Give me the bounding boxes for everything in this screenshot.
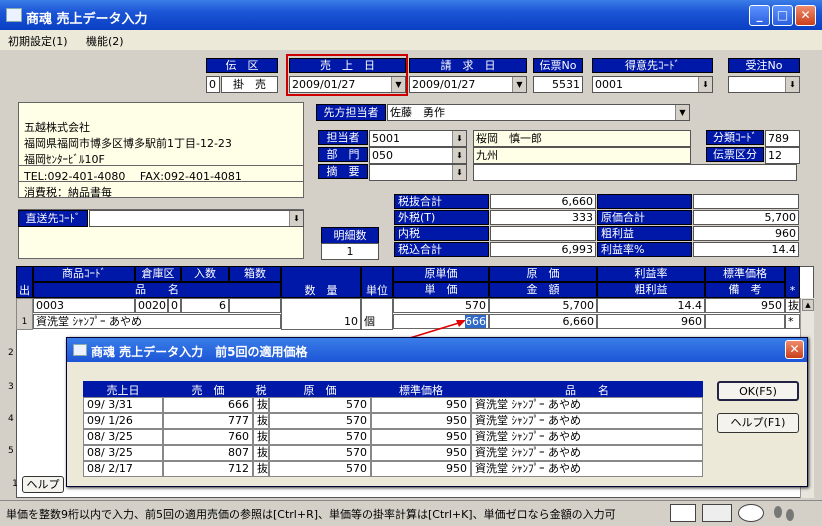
h-std: 標準価格	[399, 384, 443, 397]
cell-name: 資洗堂 ｼｬﾝﾌﾟｰ あやめ	[471, 429, 703, 445]
status-text: 単価を整数9桁以内で入力、前5回の適用売価の参照は[Ctrl+R]、単価等の掛率…	[6, 508, 616, 521]
dialog-title: 商魂 売上データ入力 前5回の適用価格	[91, 345, 308, 359]
h-name: 品 名	[565, 384, 609, 397]
cell-cost: 570	[269, 461, 371, 477]
globe-icon[interactable]	[738, 504, 764, 522]
cell-name: 資洗堂 ｼｬﾝﾌﾟｰ あやめ	[471, 413, 703, 429]
keyboard-icon[interactable]	[670, 504, 696, 522]
cell-date: 09/ 3/31	[83, 397, 163, 413]
cell-zei: 抜	[253, 461, 269, 477]
cell-std: 950	[371, 397, 471, 413]
cell-name: 資洗堂 ｼｬﾝﾌﾟｰ あやめ	[471, 445, 703, 461]
page-number: 1	[12, 479, 18, 489]
h-zei: 税	[255, 384, 267, 397]
cell-std: 950	[371, 429, 471, 445]
cell-date: 09/ 1/26	[83, 413, 163, 429]
cell-cost: 570	[269, 429, 371, 445]
ok-button[interactable]: OK(F5)	[717, 381, 799, 401]
cell-price: 807	[163, 445, 253, 461]
footprints-icon[interactable]	[770, 504, 814, 522]
h-date: 売上日	[106, 384, 140, 397]
help-button[interactable]: ヘルプ	[22, 476, 64, 493]
document-icon[interactable]	[702, 504, 732, 522]
list-item[interactable]: 08/ 2/17 712 抜 570 950 資洗堂 ｼｬﾝﾌﾟｰ あやめ	[83, 461, 703, 477]
cell-date: 08/ 2/17	[83, 461, 163, 477]
cell-name: 資洗堂 ｼｬﾝﾌﾟｰ あやめ	[471, 397, 703, 413]
price-history-dialog: 商魂 売上データ入力 前5回の適用価格 ✕ 売上日 売 価 税 原 価 標準価格…	[66, 337, 808, 487]
cell-date: 08/ 3/25	[83, 429, 163, 445]
cell-price: 777	[163, 413, 253, 429]
cell-zei: 抜	[253, 445, 269, 461]
cell-zei: 抜	[253, 429, 269, 445]
list-item[interactable]: 08/ 3/25 760 抜 570 950 資洗堂 ｼｬﾝﾌﾟｰ あやめ	[83, 429, 703, 445]
list-item[interactable]: 08/ 3/25 807 抜 570 950 資洗堂 ｼｬﾝﾌﾟｰ あやめ	[83, 445, 703, 461]
cell-name: 資洗堂 ｼｬﾝﾌﾟｰ あやめ	[471, 461, 703, 477]
dialog-header-row: 売上日 売 価 税 原 価 標準価格 品 名	[83, 381, 703, 397]
cell-date: 08/ 3/25	[83, 445, 163, 461]
status-bar: 単価を整数9桁以内で入力、前5回の適用売価の参照は[Ctrl+R]、単価等の掛率…	[0, 500, 822, 526]
cell-std: 950	[371, 413, 471, 429]
cell-cost: 570	[269, 445, 371, 461]
cell-price: 666	[163, 397, 253, 413]
cell-price: 760	[163, 429, 253, 445]
cell-cost: 570	[269, 397, 371, 413]
cell-cost: 570	[269, 413, 371, 429]
h-cost: 原 価	[303, 384, 337, 397]
list-item[interactable]: 09/ 1/26 777 抜 570 950 資洗堂 ｼｬﾝﾌﾟｰ あやめ	[83, 413, 703, 429]
cell-zei: 抜	[253, 397, 269, 413]
h-price: 売 価	[191, 384, 225, 397]
list-item[interactable]: 09/ 3/31 666 抜 570 950 資洗堂 ｼｬﾝﾌﾟｰ あやめ	[83, 397, 703, 413]
cell-std: 950	[371, 445, 471, 461]
app-icon	[73, 344, 87, 356]
cell-zei: 抜	[253, 413, 269, 429]
dialog-help-button[interactable]: ヘルプ(F1)	[717, 413, 799, 433]
dialog-close-button[interactable]: ✕	[785, 340, 804, 359]
dialog-title-bar: 商魂 売上データ入力 前5回の適用価格 ✕	[67, 338, 807, 362]
cell-price: 712	[163, 461, 253, 477]
cell-std: 950	[371, 461, 471, 477]
